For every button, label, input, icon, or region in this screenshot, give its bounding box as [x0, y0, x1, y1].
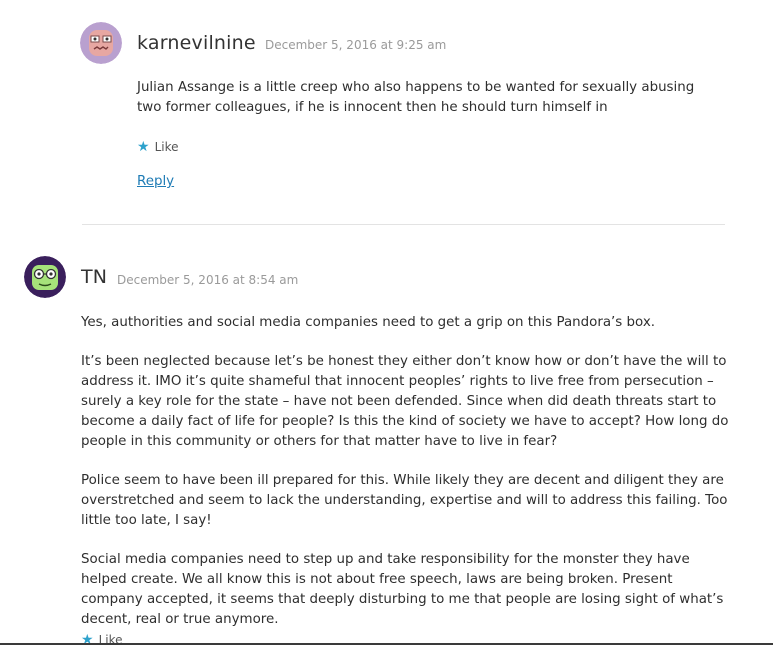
- like-label: Like: [154, 140, 179, 154]
- comment-paragraph: Police seem to have been ill prepared fo…: [81, 473, 728, 528]
- avatar[interactable]: [24, 256, 66, 298]
- reply-link[interactable]: Reply: [137, 174, 174, 189]
- comment-karnevilnine: karnevilnine December 5, 2016 at 9:25 am…: [0, 0, 773, 224]
- monster-avatar-green-icon: [24, 256, 66, 298]
- like-button[interactable]: ★ Like: [137, 140, 179, 154]
- avatar[interactable]: [80, 22, 122, 64]
- comment-author[interactable]: karnevilnine: [137, 32, 256, 54]
- comment-paragraph: Social media companies need to step up a…: [81, 552, 724, 627]
- comment-body: Julian Assange is a little creep who als…: [137, 78, 697, 137]
- comment-body: Yes, authorities and social media compan…: [81, 313, 731, 649]
- comment-date[interactable]: December 5, 2016 at 9:25 am: [265, 38, 446, 52]
- comment-paragraph: Julian Assange is a little creep who als…: [137, 80, 695, 115]
- comment-paragraph: It’s been neglected because let’s be hon…: [81, 354, 729, 449]
- comment-author[interactable]: TN: [81, 266, 107, 288]
- comment-tn: TN December 5, 2016 at 8:54 am Yes, auth…: [0, 225, 773, 647]
- comment-date[interactable]: December 5, 2016 at 8:54 am: [117, 273, 298, 287]
- comment-paragraph: Yes, authorities and social media compan…: [81, 315, 656, 330]
- star-icon: ★: [137, 139, 150, 155]
- monster-avatar-pink-icon: [80, 22, 122, 64]
